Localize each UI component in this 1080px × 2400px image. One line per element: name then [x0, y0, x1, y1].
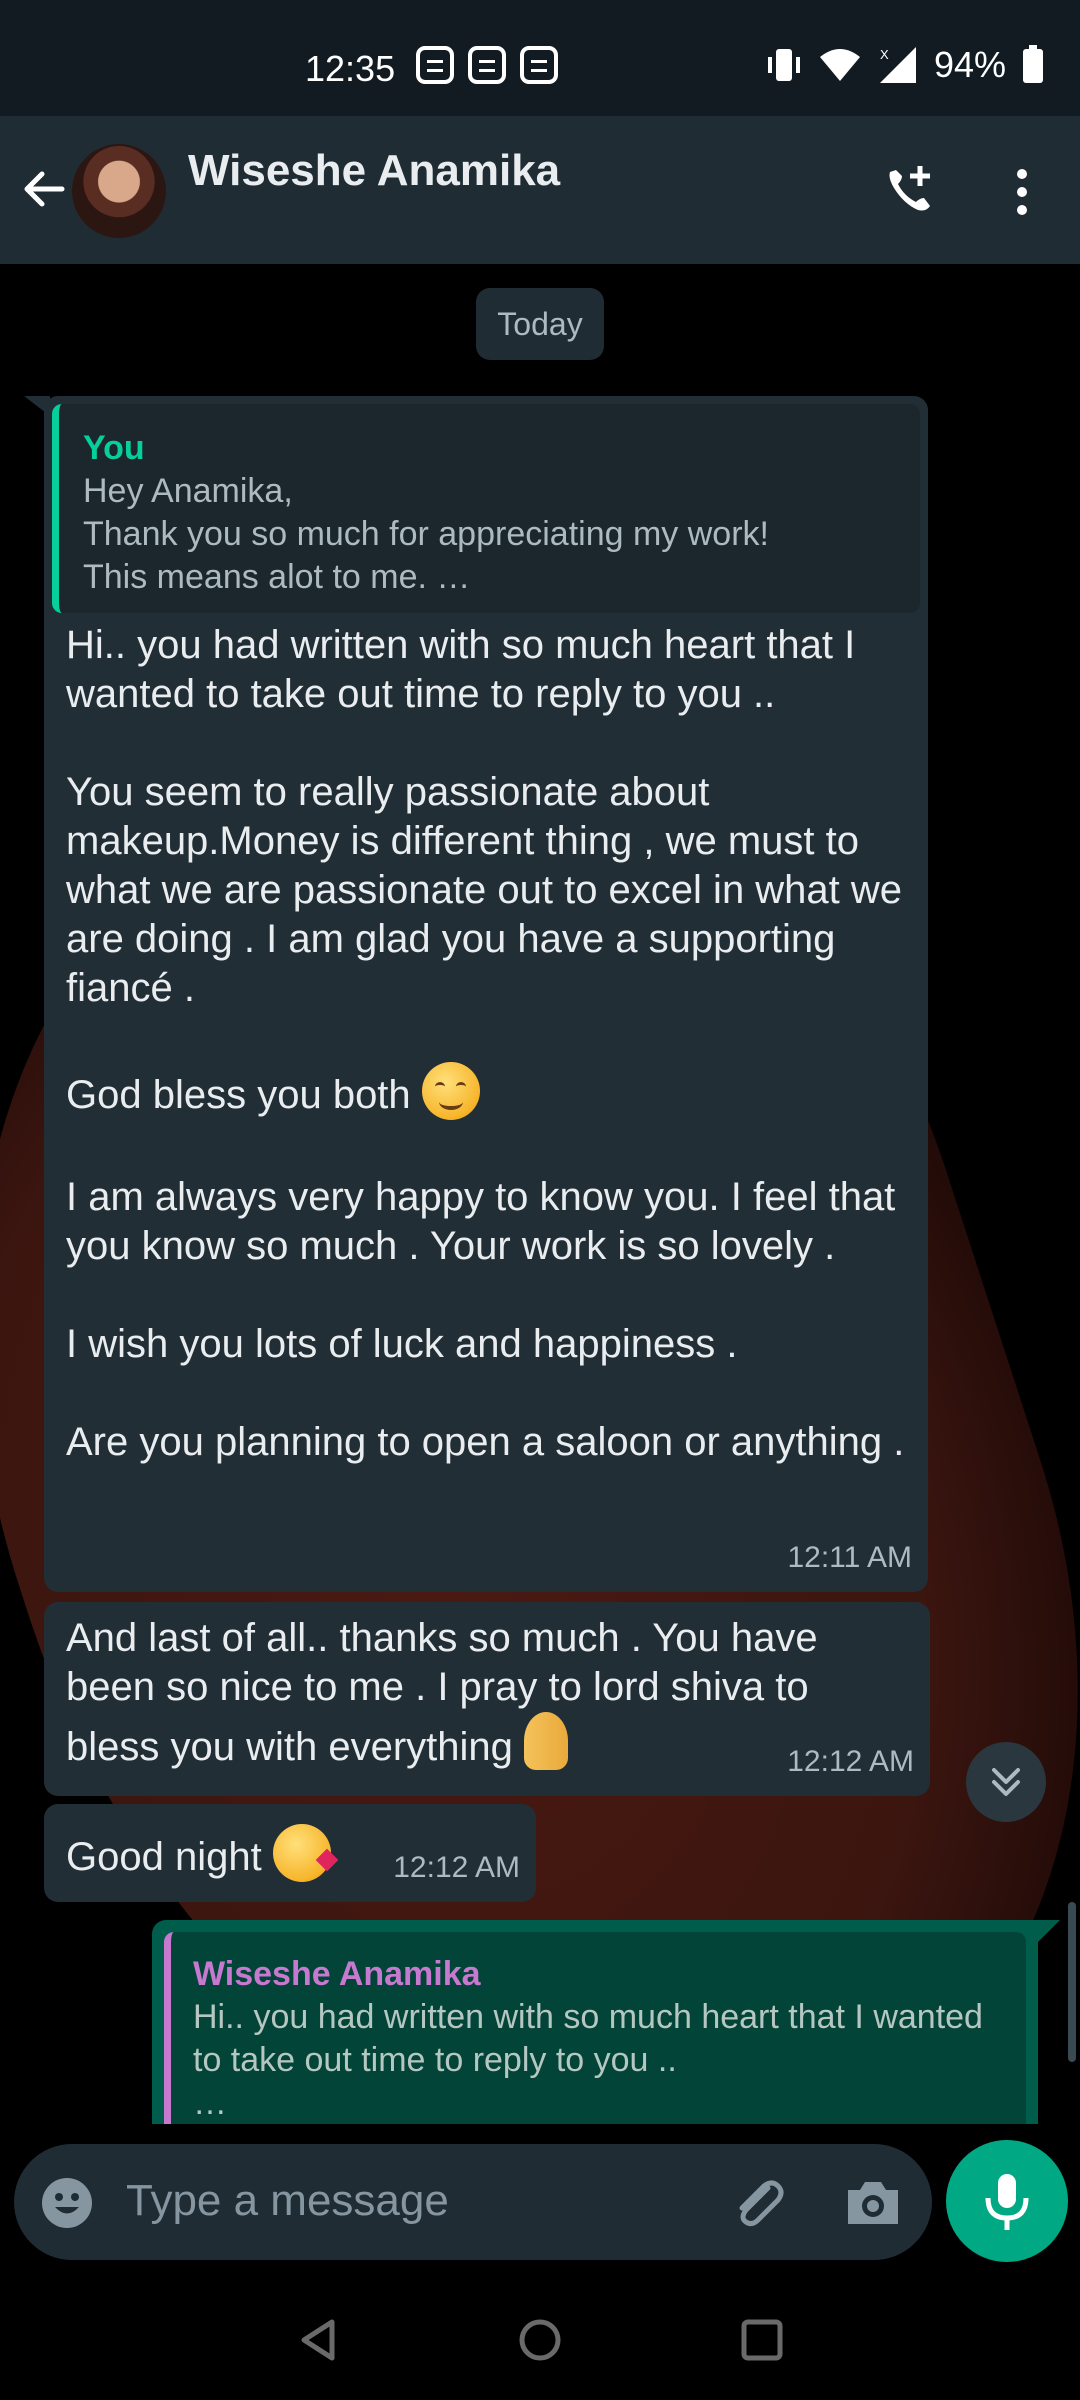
add-call-icon[interactable]	[880, 160, 940, 220]
contact-name[interactable]: Wiseshe Anamika	[188, 146, 560, 196]
tv-notification-icon	[468, 46, 506, 84]
battery-icon	[1023, 45, 1043, 83]
quote-author: Wiseshe Anamika	[193, 1955, 481, 1993]
bubble-tail	[1038, 1920, 1060, 1942]
chat-area[interactable]: Today You Hey Anamika, Thank you so much…	[0, 264, 1080, 2124]
message-text: Good night	[66, 1835, 262, 1879]
status-right: X 94%	[766, 44, 1044, 86]
message-input[interactable]: Type a message	[126, 2176, 449, 2226]
message-time: 12:12 AM	[787, 1745, 914, 1778]
tv-notification-icon	[520, 46, 558, 84]
camera-icon[interactable]	[844, 2176, 902, 2230]
avatar[interactable]	[72, 144, 166, 238]
quoted-message[interactable]: Wiseshe Anamika Hi.. you had written wit…	[164, 1932, 1026, 2124]
recents-nav-icon[interactable]	[740, 2318, 784, 2362]
message-composer[interactable]: Type a message	[14, 2144, 932, 2260]
system-nav-bar	[0, 2280, 1080, 2400]
vibrate-icon	[767, 49, 800, 81]
battery-text: 94%	[933, 44, 1006, 85]
double-chevron-down-icon	[992, 1768, 1020, 1796]
quote-author: You	[83, 429, 145, 467]
message-text: I am always very happy to know you. I fe…	[66, 1175, 905, 1464]
smiling-face-emoji-icon	[421, 1062, 480, 1120]
chat-header: Wiseshe Anamika	[0, 116, 1080, 264]
svg-text:X: X	[880, 47, 889, 62]
scroll-to-bottom-button[interactable]	[966, 1742, 1046, 1822]
message-bubble[interactable]: Good night 12:12 AM	[44, 1804, 536, 1902]
wifi-icon	[819, 49, 860, 81]
scrollbar[interactable]	[1068, 1902, 1076, 2062]
more-options-icon[interactable]	[1004, 164, 1040, 220]
message-bubble[interactable]: And last of all.. thanks so much . You h…	[44, 1602, 930, 1796]
tv-notification-icon	[416, 46, 454, 84]
message-text: God bless you both	[66, 1073, 411, 1117]
message-time: 12:11 AM	[787, 1541, 912, 1574]
microphone-icon	[985, 2174, 1029, 2230]
message-text: And last of all.. thanks so much . You h…	[66, 1616, 818, 1769]
outgoing-message-bubble[interactable]: Wiseshe Anamika Hi.. you had written wit…	[152, 1920, 1060, 2124]
message-text: Hi.. you had written with so much heart …	[66, 623, 903, 1010]
message-time: 12:12 AM	[393, 1851, 520, 1884]
notification-icons	[416, 46, 558, 84]
status-bar: 12:35 X 94%	[0, 0, 1080, 116]
back-nav-icon[interactable]	[296, 2316, 340, 2364]
status-time: 12:35	[305, 48, 396, 89]
kissing-face-emoji-icon	[272, 1824, 339, 1882]
folded-hands-emoji-icon	[524, 1712, 569, 1770]
emoji-icon[interactable]	[40, 2176, 94, 2230]
quote-text: Hi.. you had written with so much heart …	[193, 1998, 983, 2122]
home-nav-icon[interactable]	[518, 2318, 562, 2362]
voice-message-button[interactable]	[946, 2140, 1068, 2262]
quote-text: Hey Anamika, Thank you so much for appre…	[83, 472, 769, 596]
back-arrow-icon[interactable]	[18, 164, 68, 214]
date-label: Today	[476, 288, 604, 360]
message-bubble[interactable]: You Hey Anamika, Thank you so much for a…	[44, 396, 928, 1592]
quoted-message[interactable]: You Hey Anamika, Thank you so much for a…	[52, 404, 920, 613]
paperclip-icon[interactable]	[728, 2174, 788, 2234]
signal-icon: X	[879, 47, 916, 83]
